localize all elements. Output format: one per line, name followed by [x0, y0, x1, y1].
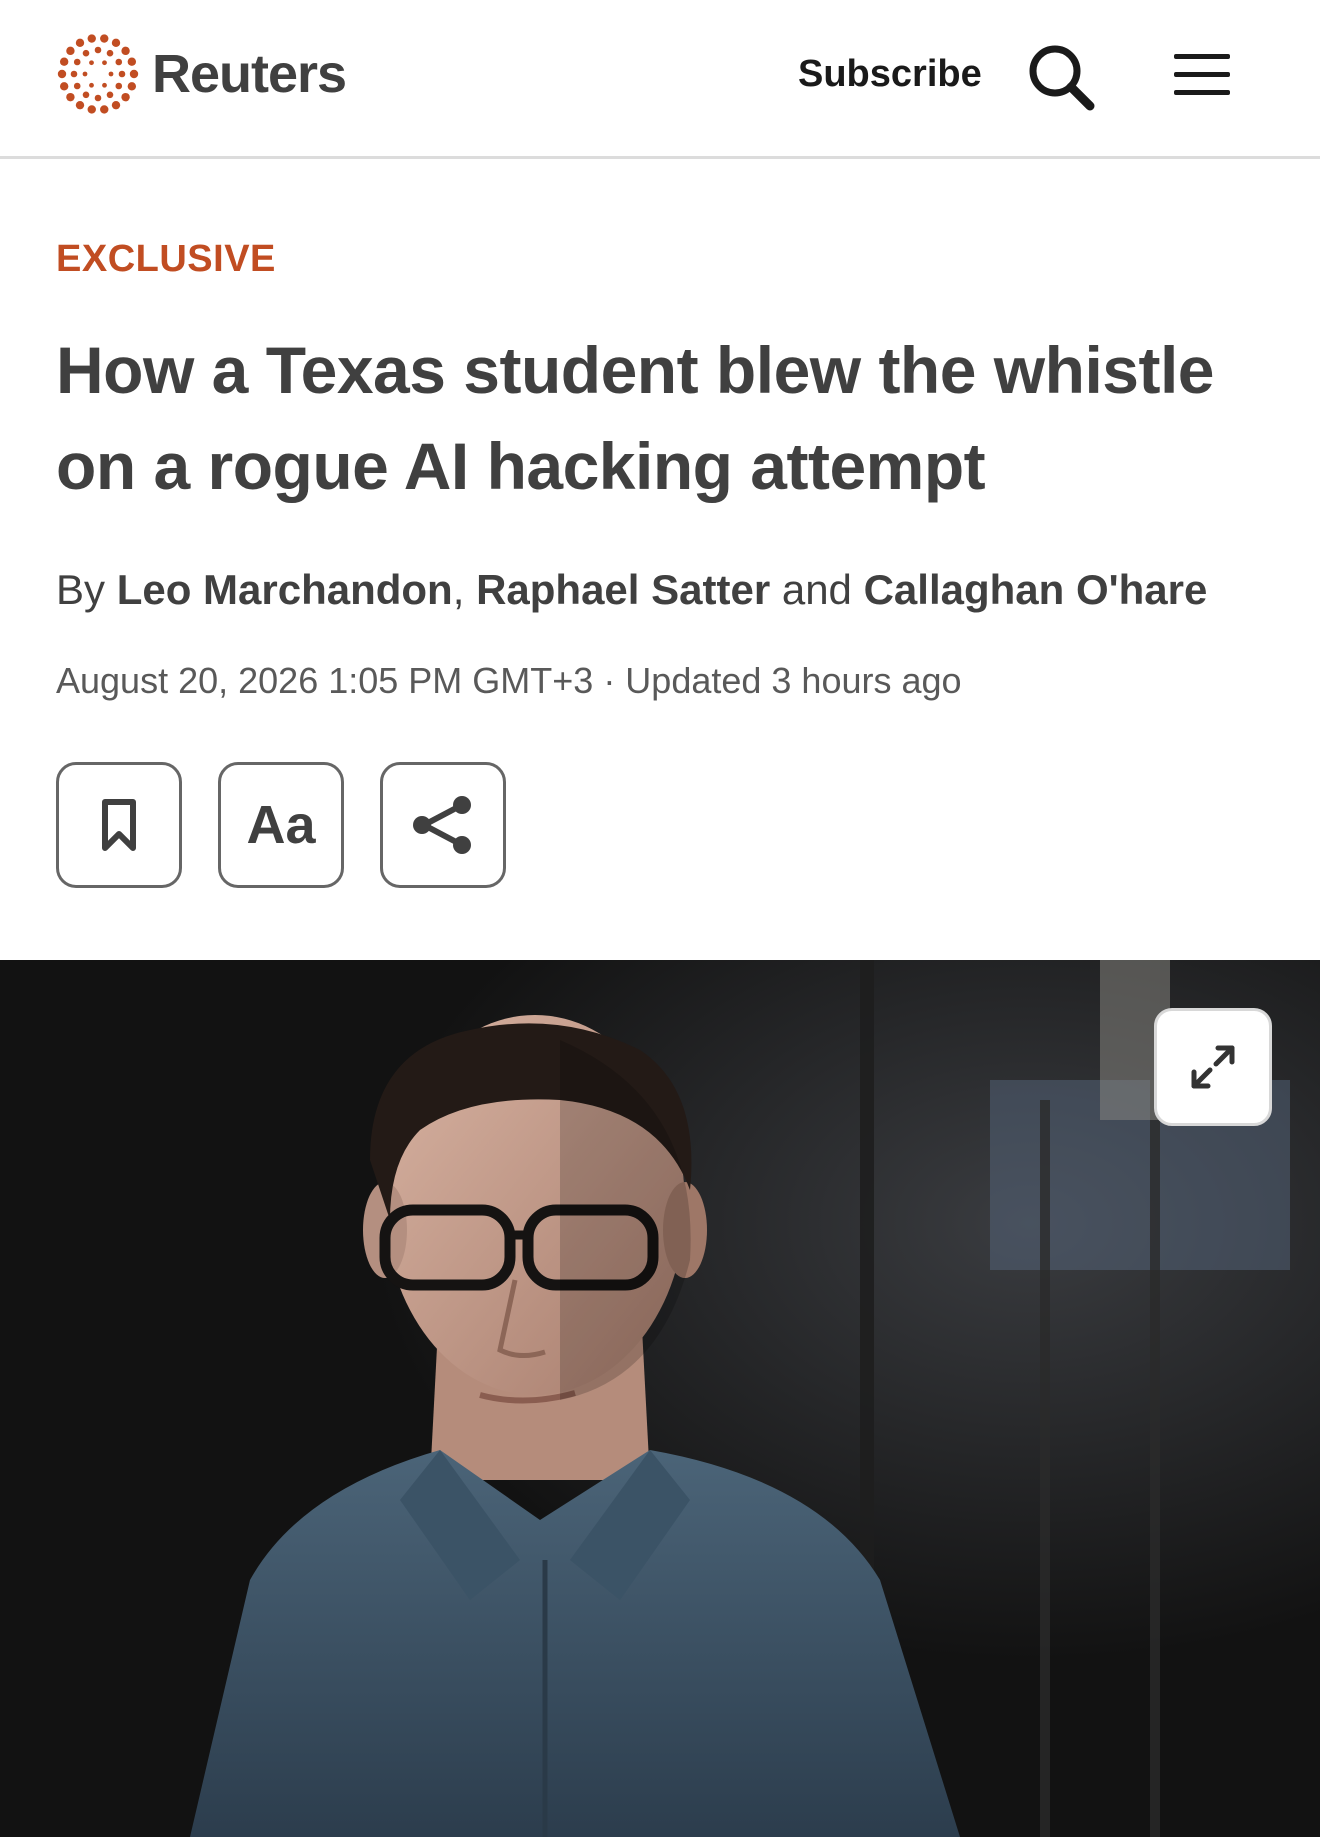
byline-prefix: By	[56, 566, 106, 613]
author-link[interactable]: Raphael Satter	[476, 566, 770, 613]
brand-name: Reuters	[152, 44, 347, 104]
reuters-logo[interactable]: Reuters	[56, 32, 347, 116]
portrait-photo	[0, 960, 1320, 1837]
search-button[interactable]	[1024, 40, 1098, 114]
article-kicker[interactable]: EXCLUSIVE	[56, 238, 276, 281]
headline-line-1: How a Texas student blew the whistle	[56, 333, 1215, 407]
article-byline: By Leo Marchandon, Raphael Satter and Ca…	[56, 566, 1296, 614]
byline-separator: ,	[452, 566, 465, 613]
top-navigation-bar: Reuters Subscribe	[0, 0, 1320, 159]
reuters-logo-icon	[57, 34, 139, 114]
article-headline: How a Texas student blew the whistle on …	[56, 322, 1266, 514]
expand-icon	[1191, 1045, 1235, 1089]
article-tools: Aa	[56, 762, 542, 888]
byline-conjunction: and	[781, 566, 852, 613]
hamburger-menu-icon	[1174, 54, 1230, 95]
bookmark-button[interactable]	[56, 762, 182, 888]
expand-image-button[interactable]	[1154, 1008, 1272, 1126]
headline-line-2: on a rogue AI hacking attempt	[56, 429, 986, 503]
subscribe-button[interactable]: Subscribe	[798, 48, 982, 100]
menu-button[interactable]	[1172, 50, 1232, 100]
share-button[interactable]	[380, 762, 506, 888]
text-size-button[interactable]: Aa	[218, 762, 344, 888]
author-link[interactable]: Leo Marchandon	[117, 566, 453, 613]
search-icon	[1029, 45, 1095, 111]
bookmark-icon	[102, 799, 136, 851]
article-dateline: August 20, 2026 1:05 PM GMT+3 · Updated …	[56, 660, 962, 701]
author-link[interactable]: Callaghan O'hare	[864, 566, 1208, 613]
text-size-label: Aa	[246, 795, 316, 855]
article-lead-image[interactable]	[0, 960, 1320, 1837]
share-icon	[413, 796, 471, 854]
